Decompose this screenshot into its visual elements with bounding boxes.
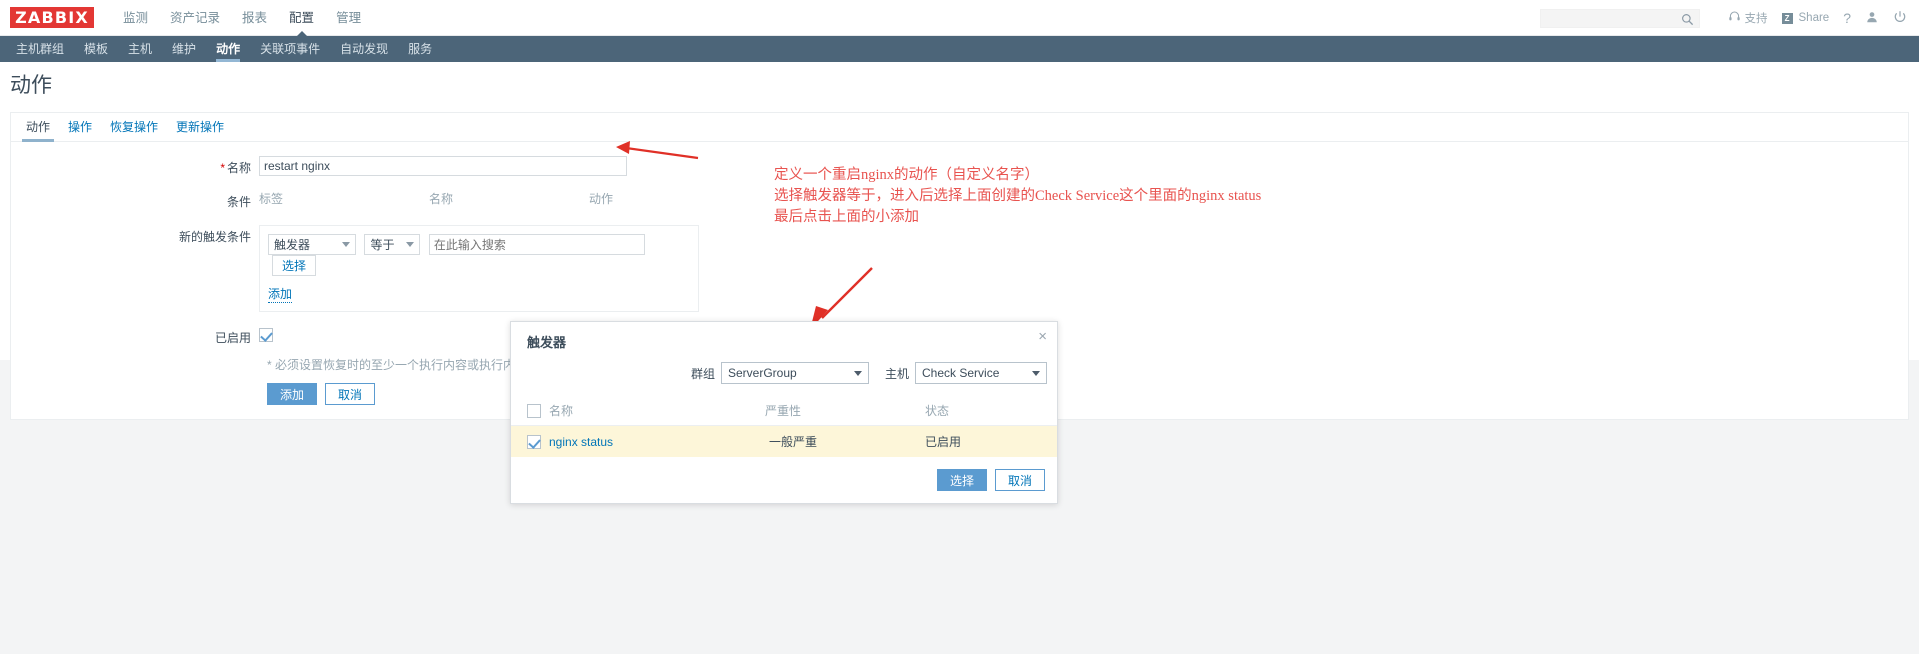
dialog-title: 触发器 bbox=[527, 335, 566, 350]
row-name-cell: nginx status bbox=[545, 426, 761, 458]
select-trigger-button[interactable]: 选择 bbox=[272, 255, 316, 276]
subnav-item-host-groups[interactable]: 主机群组 bbox=[6, 36, 74, 62]
question-mark-icon: ? bbox=[1843, 10, 1851, 26]
zabbix-share-icon: Z bbox=[1782, 13, 1793, 24]
triggers-table: 名称 严重性 状态 nginx status 一般严重 已启用 bbox=[511, 396, 1057, 457]
tab-update-operations[interactable]: 更新操作 bbox=[167, 113, 233, 141]
subnav-item-correlation[interactable]: 关联项事件 bbox=[250, 36, 330, 62]
add-button[interactable]: 添加 bbox=[267, 383, 317, 405]
search-icon bbox=[1681, 13, 1694, 31]
group-label: 群组 bbox=[691, 365, 715, 382]
subnav-item-actions[interactable]: 动作 bbox=[206, 36, 250, 62]
row-checkbox[interactable] bbox=[527, 435, 541, 449]
nav-item-administration[interactable]: 管理 bbox=[325, 0, 372, 36]
dialog-cancel-button[interactable]: 取消 bbox=[995, 469, 1045, 491]
name-label-text: 名称 bbox=[227, 161, 251, 175]
help-link[interactable]: ? bbox=[1843, 10, 1851, 26]
logout-button[interactable] bbox=[1893, 10, 1907, 27]
row-severity-cell: 一般严重 bbox=[761, 426, 921, 458]
col-status: 状态 bbox=[921, 396, 1057, 426]
enabled-label: 已启用 bbox=[11, 326, 259, 346]
close-icon[interactable]: × bbox=[1038, 329, 1047, 344]
page-title: 动作 bbox=[10, 69, 52, 99]
dialog-select-button[interactable]: 选择 bbox=[937, 469, 987, 491]
group-select[interactable]: ServerGroup bbox=[721, 362, 869, 384]
host-select-wrapper[interactable]: Check Service bbox=[915, 362, 1047, 384]
dialog-footer: 选择 取消 bbox=[511, 457, 1057, 503]
subnav-item-services[interactable]: 服务 bbox=[398, 36, 442, 62]
required-marker: * bbox=[220, 161, 225, 175]
dialog-filter-bar: 群组 ServerGroup 主机 Check Service bbox=[511, 358, 1057, 396]
annotation-line-3: 最后点击上面的小添加 bbox=[774, 207, 1261, 228]
page-header: 动作 bbox=[0, 62, 1919, 106]
subnav-item-maintenance[interactable]: 维护 bbox=[162, 36, 206, 62]
trigger-name-link[interactable]: nginx status bbox=[549, 435, 613, 449]
triggers-header-row: 名称 严重性 状态 bbox=[511, 396, 1057, 426]
main-navigation: 监测 资产记录 报表 配置 管理 bbox=[112, 0, 372, 35]
form-tab-bar: 动作 操作 恢复操作 更新操作 bbox=[11, 113, 1908, 142]
condition-operator-select[interactable]: 等于 bbox=[364, 234, 420, 255]
annotation-text: 定义一个重启nginx的动作（自定义名字） 选择触发器等于，进入后选择上面创建的… bbox=[774, 165, 1261, 228]
cancel-button[interactable]: 取消 bbox=[325, 383, 375, 405]
name-input[interactable] bbox=[259, 156, 627, 176]
conditions-table: 标签 名称 动作 bbox=[259, 190, 699, 211]
nav-item-inventory[interactable]: 资产记录 bbox=[159, 0, 231, 36]
share-link[interactable]: Z Share bbox=[1782, 12, 1830, 24]
new-condition-label: 新的触发条件 bbox=[11, 225, 259, 245]
select-all-checkbox[interactable] bbox=[527, 404, 541, 418]
sub-navigation: 主机群组 模板 主机 维护 动作 关联项事件 自动发现 服务 bbox=[0, 36, 1919, 62]
condition-type-select[interactable]: 触发器 bbox=[268, 234, 356, 255]
support-label: 支持 bbox=[1745, 10, 1768, 26]
headset-icon bbox=[1728, 10, 1741, 26]
app-root: ZABBIX 监测 资产记录 报表 配置 管理 支持 Z bbox=[0, 0, 1919, 654]
annotation-line-1: 定义一个重启nginx的动作（自定义名字） bbox=[774, 165, 1261, 186]
enabled-checkbox[interactable] bbox=[259, 328, 273, 342]
nav-item-monitoring[interactable]: 监测 bbox=[112, 0, 159, 36]
select-all-cell bbox=[511, 396, 545, 426]
tab-operations[interactable]: 操作 bbox=[59, 113, 101, 141]
table-row[interactable]: nginx status 一般严重 已启用 bbox=[511, 426, 1057, 458]
conditions-col-action: 动作 bbox=[589, 190, 699, 211]
conditions-col-name: 名称 bbox=[429, 190, 589, 211]
new-condition-box: 触发器 等于 选择 添加 bbox=[259, 225, 699, 312]
row-status-cell: 已启用 bbox=[921, 426, 1057, 458]
header-actions: 支持 Z Share ? bbox=[1540, 0, 1907, 36]
condition-operator-wrapper[interactable]: 等于 bbox=[364, 234, 420, 255]
row-select-cell bbox=[511, 426, 545, 458]
conditions-header-row: 标签 名称 动作 bbox=[259, 190, 699, 211]
subnav-item-hosts[interactable]: 主机 bbox=[118, 36, 162, 62]
nav-item-configuration[interactable]: 配置 bbox=[278, 0, 325, 36]
field-row-new-condition: 新的触发条件 触发器 等于 bbox=[11, 225, 1908, 312]
condition-search-input[interactable] bbox=[429, 234, 645, 255]
dialog-header: 触发器 × bbox=[511, 322, 1057, 358]
power-icon bbox=[1893, 10, 1907, 27]
search-input[interactable] bbox=[1541, 10, 1673, 27]
conditions-label: 条件 bbox=[11, 190, 259, 210]
name-label: *名称 bbox=[11, 156, 259, 176]
add-condition-link[interactable]: 添加 bbox=[268, 285, 292, 303]
trigger-selection-dialog: 触发器 × 群组 ServerGroup 主机 Check Service bbox=[510, 321, 1058, 504]
share-label: Share bbox=[1799, 12, 1830, 24]
condition-type-wrapper[interactable]: 触发器 bbox=[268, 234, 356, 255]
nav-item-reports[interactable]: 报表 bbox=[231, 0, 278, 36]
user-profile-button[interactable] bbox=[1865, 10, 1879, 27]
top-header: ZABBIX 监测 资产记录 报表 配置 管理 支持 Z bbox=[0, 0, 1919, 36]
subnav-item-discovery[interactable]: 自动发现 bbox=[330, 36, 398, 62]
subnav-item-templates[interactable]: 模板 bbox=[74, 36, 118, 62]
conditions-col-label: 标签 bbox=[259, 190, 429, 211]
host-label: 主机 bbox=[885, 365, 909, 382]
annotation-line-2: 选择触发器等于，进入后选择上面创建的Check Service这个里面的ngin… bbox=[774, 186, 1261, 207]
tab-action[interactable]: 动作 bbox=[17, 113, 59, 141]
host-select[interactable]: Check Service bbox=[915, 362, 1047, 384]
global-search[interactable] bbox=[1540, 9, 1700, 28]
col-name: 名称 bbox=[545, 396, 761, 426]
zabbix-logo[interactable]: ZABBIX bbox=[10, 7, 94, 28]
col-severity: 严重性 bbox=[761, 396, 921, 426]
user-icon bbox=[1865, 10, 1879, 27]
group-select-wrapper[interactable]: ServerGroup bbox=[721, 362, 869, 384]
tab-recovery-operations[interactable]: 恢复操作 bbox=[101, 113, 167, 141]
support-link[interactable]: 支持 bbox=[1728, 10, 1768, 26]
